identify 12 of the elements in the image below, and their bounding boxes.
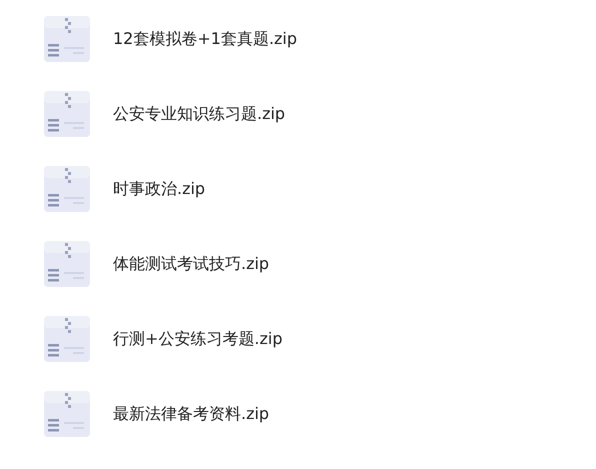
archive-icon [43, 165, 91, 213]
archive-icon [43, 390, 91, 438]
archive-icon [43, 15, 91, 63]
archive-icon [43, 315, 91, 363]
file-name[interactable]: 公安专业知识练习题.zip [113, 104, 286, 124]
file-name[interactable]: 行测+公安练习考题.zip [113, 328, 282, 350]
file-name[interactable]: 最新法律备考资料.zip [113, 404, 270, 424]
archive-icon [43, 240, 91, 288]
archive-icon [43, 90, 91, 138]
file-name[interactable]: 12套模拟卷+1套真题.zip [113, 28, 298, 50]
file-name[interactable]: 体能测试考试技巧.zip [113, 254, 270, 274]
file-name[interactable]: 时事政治.zip [113, 178, 206, 200]
